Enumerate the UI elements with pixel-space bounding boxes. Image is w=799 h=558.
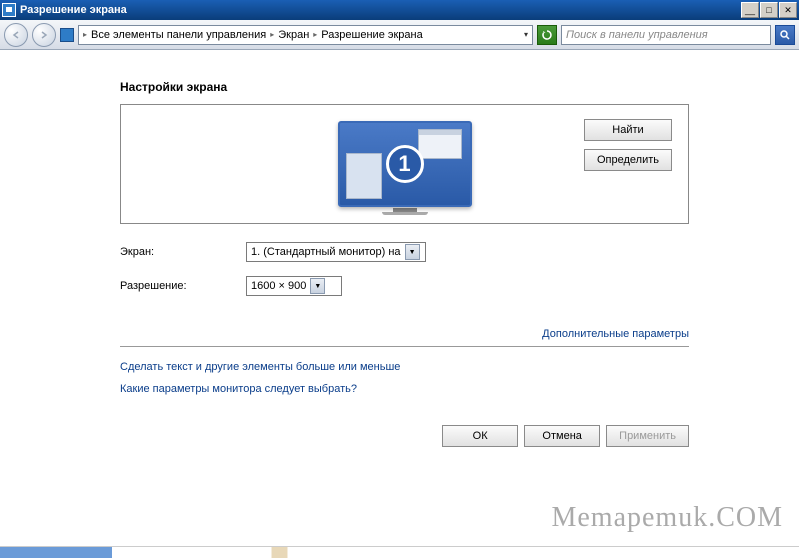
footer-links: Сделать текст и другие элементы больше и… — [120, 361, 689, 395]
breadcrumb-sep: ▸ — [313, 30, 317, 39]
breadcrumb-part[interactable]: Разрешение экрана — [321, 29, 422, 41]
desktop-thumb-icon — [346, 153, 382, 199]
app-icon — [2, 3, 16, 17]
search-button[interactable] — [775, 25, 795, 45]
cancel-button[interactable]: Отмена — [524, 425, 600, 447]
close-button[interactable]: ✕ — [779, 2, 797, 18]
advanced-link-row: Дополнительные параметры — [120, 328, 689, 347]
back-button[interactable] — [4, 23, 28, 47]
content-area: Настройки экрана 1 Найти Определить Экра… — [0, 50, 799, 447]
advanced-link[interactable]: Дополнительные параметры — [542, 328, 689, 340]
detect-button[interactable]: Определить — [584, 149, 672, 171]
screen-dropdown[interactable]: 1. (Стандартный монитор) на ▼ — [246, 242, 426, 262]
breadcrumb-part[interactable]: Экран — [278, 29, 309, 41]
params-help-link[interactable]: Какие параметры монитора следует выбрать… — [120, 383, 689, 395]
breadcrumb-sep: ▸ — [83, 30, 87, 39]
resolution-row: Разрешение: 1600 × 900 ▼ — [120, 276, 689, 296]
forward-button[interactable] — [32, 23, 56, 47]
chevron-down-icon: ▼ — [405, 244, 420, 260]
maximize-button[interactable]: □ — [760, 2, 778, 18]
refresh-button[interactable] — [537, 25, 557, 45]
breadcrumb-part[interactable]: Все элементы панели управления — [91, 29, 266, 41]
screen-value: 1. (Стандартный монитор) на — [251, 246, 401, 258]
screen-label: Экран: — [120, 246, 246, 258]
watermark: Memapemuk.COM — [551, 502, 783, 534]
window-title: Разрешение экрана — [20, 4, 741, 16]
search-input[interactable]: Поиск в панели управления — [561, 25, 771, 45]
find-button[interactable]: Найти — [584, 119, 672, 141]
chevron-down-icon[interactable]: ▾ — [524, 30, 528, 39]
breadcrumb-bar[interactable]: ▸ Все элементы панели управления ▸ Экран… — [78, 25, 533, 45]
window-thumb-icon — [418, 129, 462, 159]
resolution-dropdown[interactable]: 1600 × 900 ▼ — [246, 276, 342, 296]
monitor-base — [382, 212, 428, 215]
resolution-label: Разрешение: — [120, 280, 246, 292]
navigation-toolbar: ▸ Все элементы панели управления ▸ Экран… — [0, 20, 799, 50]
dialog-buttons: ОК Отмена Применить — [120, 425, 689, 447]
window-titlebar: Разрешение экрана __ □ ✕ — [0, 0, 799, 20]
taskbar-strip — [0, 546, 799, 558]
apply-button[interactable]: Применить — [606, 425, 689, 447]
page-heading: Настройки экрана — [120, 80, 689, 94]
resolution-value: 1600 × 900 — [251, 280, 306, 292]
search-placeholder: Поиск в панели управления — [566, 29, 708, 41]
monitor-preview[interactable]: 1 — [338, 121, 472, 215]
text-size-link[interactable]: Сделать текст и другие элементы больше и… — [120, 361, 689, 373]
breadcrumb-sep: ▸ — [270, 30, 274, 39]
chevron-down-icon: ▼ — [310, 278, 325, 294]
screen-row: Экран: 1. (Стандартный монитор) на ▼ — [120, 242, 689, 262]
display-preview: 1 Найти Определить — [120, 104, 689, 224]
location-icon — [60, 28, 74, 42]
window-controls: __ □ ✕ — [741, 2, 797, 18]
ok-button[interactable]: ОК — [442, 425, 518, 447]
monitor-number: 1 — [386, 145, 424, 183]
minimize-button[interactable]: __ — [741, 2, 759, 18]
